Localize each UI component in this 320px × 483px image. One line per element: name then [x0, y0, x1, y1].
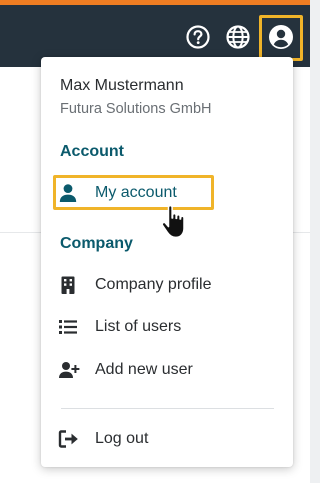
menu-item-label: Add new user [95, 361, 193, 378]
account-section-heading: Account [60, 143, 124, 160]
account-dropdown-menu [41, 57, 293, 467]
company-section-heading: Company [60, 235, 133, 252]
menu-item-label: Company profile [95, 276, 212, 293]
building-icon [58, 273, 84, 297]
menu-item-label: List of users [95, 318, 182, 335]
hand-pointer-cursor-icon [160, 204, 190, 241]
menu-divider [61, 408, 274, 409]
menu-item-add-new-user[interactable]: Add new user [58, 355, 278, 385]
user-name: Max Mustermann [60, 77, 184, 94]
user-company: Futura Solutions GmbH [60, 101, 212, 117]
menu-item-list-of-users[interactable]: List of users [58, 312, 278, 342]
help-circle-icon[interactable] [183, 22, 213, 52]
list-icon [58, 315, 84, 339]
add-user-icon [58, 358, 84, 382]
account-button-highlight [259, 15, 303, 61]
menu-item-label: Log out [95, 430, 149, 447]
globe-icon[interactable] [223, 22, 253, 52]
topbar-accent-stripe [0, 0, 310, 5]
logout-icon [58, 427, 84, 451]
menu-item-company-profile[interactable]: Company profile [58, 270, 278, 300]
logout-button[interactable]: Log out [58, 424, 278, 454]
